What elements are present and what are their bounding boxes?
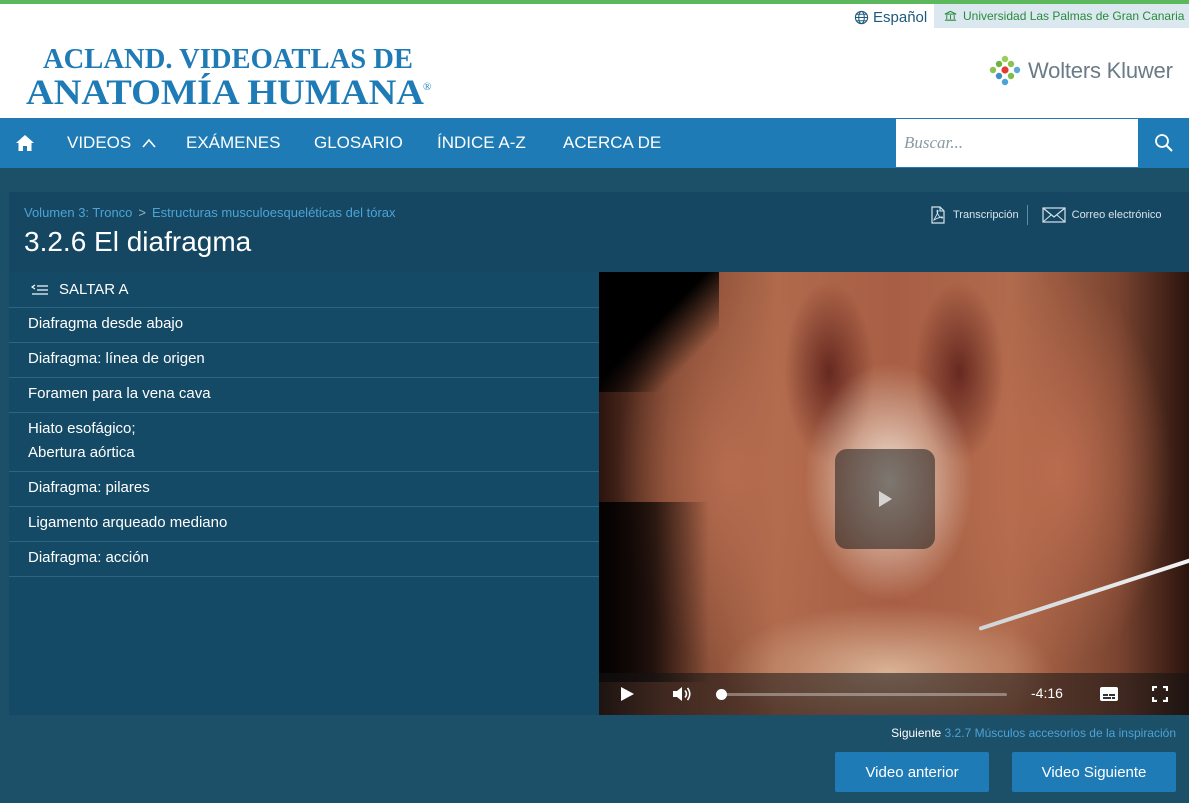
breadcrumb-volume[interactable]: Volumen 3: Tronco [24, 205, 132, 220]
play-icon [879, 491, 892, 507]
envelope-icon [1042, 207, 1066, 223]
chapter-item[interactable]: Hiato esofágico; Abertura aórtica [9, 413, 599, 472]
site-logo[interactable]: ACLAND. VIDEOATLAS DE ANATOMÍA HUMANA ® [26, 44, 431, 108]
search-input[interactable] [896, 119, 1138, 167]
video-frame-shadow [599, 502, 709, 682]
breadcrumb-separator: > [138, 205, 146, 220]
chapter-item[interactable]: Foramen para la vena cava [9, 378, 599, 413]
nav-index[interactable]: ÍNDICE A-Z [437, 118, 526, 168]
email-link[interactable]: Correo electrónico [1042, 207, 1162, 223]
institution-badge: Universidad Las Palmas de Gran Canaria [934, 4, 1189, 28]
previous-video-button[interactable]: Video anterior [835, 752, 989, 792]
volume-icon[interactable] [672, 685, 692, 703]
video-header: Volumen 3: Tronco > Estructuras musculoesq… [9, 192, 1189, 272]
breadcrumb: Volumen 3: Tronco > Estructuras musculoesq… [24, 205, 396, 220]
home-icon[interactable] [14, 132, 36, 154]
institution-icon [944, 10, 957, 21]
logo-line1: ACLAND. VIDEOATLAS DE [43, 44, 413, 75]
chapter-list: SALTAR A Diafragma desde abajo Diafragma… [9, 272, 599, 715]
next-video-link[interactable]: 3.2.7 Músculos accesorios de la inspirac… [945, 726, 1176, 740]
language-selector[interactable]: Español [854, 6, 927, 28]
nav-videos[interactable]: VIDEOS [67, 118, 131, 168]
progress-handle[interactable] [716, 689, 727, 700]
chapter-label: Hiato esofágico; [28, 420, 136, 437]
chapter-label-line2: Abertura aórtica [28, 444, 135, 461]
skip-to-header[interactable]: SALTAR A [9, 272, 599, 308]
logo-registered-mark: ® [423, 81, 431, 93]
pdf-icon [931, 206, 945, 224]
globe-icon [854, 10, 869, 24]
tools-divider [1026, 205, 1028, 225]
chapter-label: Diafragma desde abajo [28, 315, 184, 332]
chapter-item[interactable]: Diafragma: acción [9, 542, 599, 577]
video-frame-probe [978, 552, 1189, 631]
chapter-label: Diafragma: acción [28, 549, 149, 566]
chapter-item[interactable]: Diafragma desde abajo [9, 308, 599, 343]
time-remaining: -4:16 [1031, 685, 1063, 701]
search-icon [1155, 134, 1173, 152]
publisher-name: Wolters Kluwer [1028, 58, 1173, 83]
chapter-item[interactable]: Diafragma: pilares [9, 472, 599, 507]
chapter-item[interactable]: Diafragma: línea de origen [9, 343, 599, 378]
video-tools: Transcripción Correo electrónico [929, 204, 1162, 226]
next-video-button[interactable]: Video Siguiente [1012, 752, 1176, 792]
skip-label: SALTAR A [59, 281, 129, 298]
list-indent-icon [31, 284, 48, 295]
email-label: Correo electrónico [1071, 209, 1162, 221]
transcript-link[interactable]: Transcripción [929, 206, 1019, 224]
chapter-item[interactable]: Ligamento arqueado mediano [9, 507, 599, 542]
chapter-label: Diafragma: pilares [28, 479, 150, 496]
nav-about[interactable]: ACERCA DE [563, 118, 661, 168]
next-prefix: Siguiente [891, 726, 942, 740]
chapter-label: Ligamento arqueado mediano [28, 514, 228, 531]
chevron-up-icon[interactable] [142, 137, 156, 149]
institution-name: Universidad Las Palmas de Gran Canaria [963, 9, 1185, 23]
breadcrumb-section[interactable]: Estructuras musculoesqueléticas del tóra… [152, 205, 396, 220]
captions-icon[interactable] [1099, 686, 1119, 702]
next-video-info: Siguiente 3.2.7 Músculos accesorios de l… [820, 726, 1176, 740]
video-player[interactable]: -4:16 [599, 272, 1189, 715]
fullscreen-icon[interactable] [1152, 686, 1168, 702]
video-frame-shadow [599, 272, 719, 392]
language-label: Español [873, 8, 928, 26]
progress-track[interactable] [717, 693, 1007, 696]
search-box [895, 118, 1139, 168]
search-button[interactable] [1139, 118, 1189, 168]
wolters-kluwer-mark-icon [989, 55, 1021, 86]
transcript-label: Transcripción [953, 209, 1019, 221]
player-controls: -4:16 [599, 673, 1189, 715]
play-icon[interactable] [619, 686, 635, 702]
publisher-logo[interactable]: Wolters Kluwer [988, 54, 1189, 88]
nav-glossary[interactable]: GLOSARIO [314, 118, 403, 168]
chapter-label: Diafragma: línea de origen [28, 350, 205, 367]
logo-line2: ANATOMÍA HUMANA [26, 72, 424, 108]
nav-exams[interactable]: EXÁMENES [186, 118, 280, 168]
big-play-button[interactable] [835, 449, 935, 549]
chapter-label: Foramen para la vena cava [28, 385, 211, 402]
page-title: 3.2.6 El diafragma [24, 226, 252, 257]
